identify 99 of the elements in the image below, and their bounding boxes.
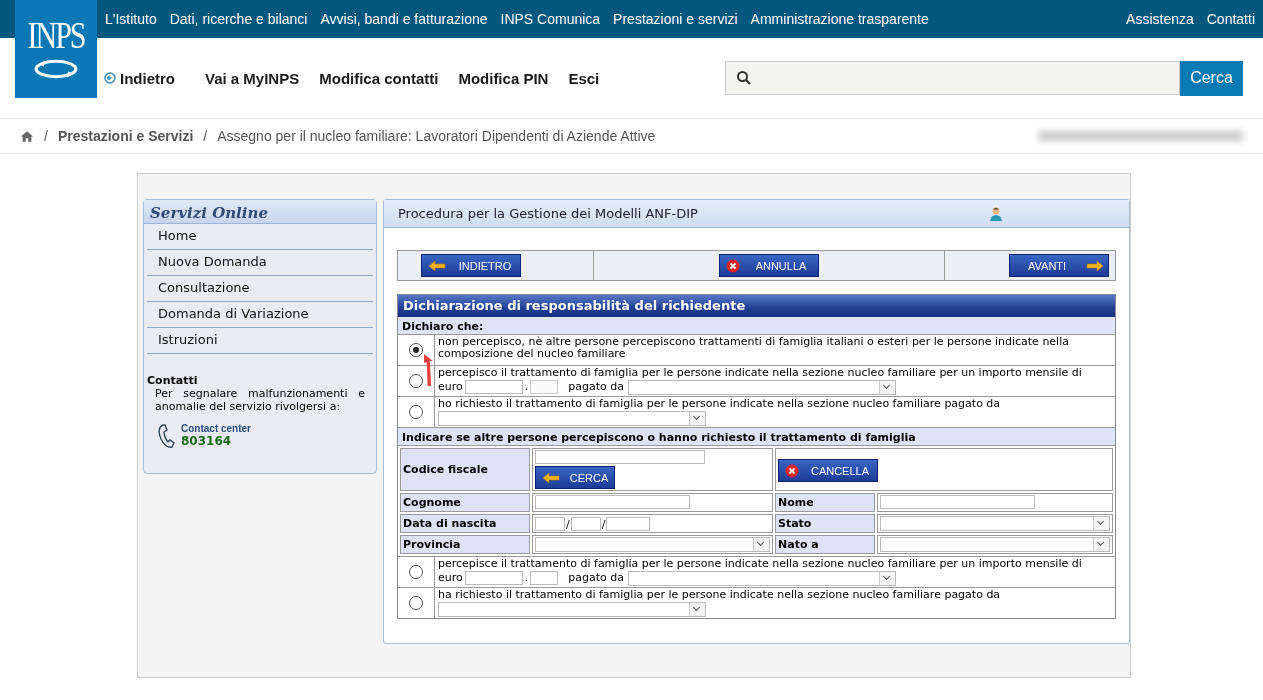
- cents-field[interactable]: [530, 571, 559, 585]
- field-label: Cognome: [400, 493, 530, 512]
- province-select[interactable]: [535, 537, 770, 552]
- top-nav-link[interactable]: Prestazioni e servizi: [613, 11, 738, 27]
- contact-number: 803164: [181, 434, 233, 448]
- contact-center-label: Contact center: [181, 423, 251, 434]
- month-field[interactable]: [570, 516, 601, 531]
- option-text: percepisco il trattamento di famiglia per le persone indicate nella sezione nucleo familiare per un importo mensile di: [438, 367, 1083, 379]
- sidebar-item[interactable]: Istruzioni: [147, 328, 373, 354]
- cancel-icon: [785, 463, 799, 478]
- name-field[interactable]: [880, 495, 1035, 510]
- day-field[interactable]: [535, 516, 565, 531]
- radio-button[interactable]: [409, 343, 423, 357]
- payer-select[interactable]: [627, 379, 896, 395]
- payer-label: pagato da: [568, 381, 624, 393]
- search-field[interactable]: [725, 60, 1180, 95]
- top-nav-link[interactable]: Dati, ricerche e bilanci: [169, 11, 308, 27]
- date-separator: /: [566, 517, 570, 531]
- contacts-text: Per segnalare malfunzionamenti e anomalie del servizio rivolgersi a:: [154, 387, 366, 413]
- birthplace-select[interactable]: [880, 537, 1110, 552]
- top-nav-link[interactable]: Assistenza: [1126, 11, 1194, 27]
- home-icon[interactable]: [20, 129, 34, 143]
- field-label: Nome: [775, 493, 875, 512]
- breadcrumb-current: Assegno per il nucleo familiare: Lavoratori Dipendenti di Aziende Attive: [217, 128, 656, 144]
- payer-label: pagato da: [568, 572, 624, 584]
- caret-icon: [689, 411, 705, 425]
- sidebar-item[interactable]: Nuova Domanda: [147, 250, 373, 276]
- date-separator: /: [601, 517, 606, 531]
- form-button[interactable]: AVANTI: [1009, 254, 1109, 277]
- caret-icon: [878, 571, 895, 585]
- section-subtitle: Indicare se altre persone percepiscono o hanno richiesto il trattamento di famiglia: [398, 428, 1115, 446]
- top-nav-link[interactable]: Avvisi, bandi e fatturazione: [320, 11, 488, 27]
- inps-logo[interactable]: INPS: [15, 0, 97, 98]
- option-text: percepisce il trattamento di famiglia per le persone indicate nella sezione nucleo familiare per un importo mensile di: [438, 558, 1083, 570]
- payer-select[interactable]: [438, 601, 706, 617]
- field-label: Nato a: [775, 535, 875, 554]
- section-subtitle: Dichiaro che:: [398, 317, 1115, 335]
- arrow-left-icon: [542, 471, 560, 484]
- caret-icon: [1093, 517, 1109, 530]
- option-text: ho richiesto il trattamento di famiglia per le persone indicate nella sezione nucleo familiare pagato da: [438, 398, 1002, 410]
- form-button[interactable]: INDIETRO: [421, 254, 521, 277]
- caret-icon: [1093, 538, 1109, 551]
- search-icon: [736, 69, 752, 86]
- breadcrumb-separator: /: [203, 128, 208, 144]
- caret-icon: [878, 380, 895, 394]
- phone-icon: [157, 423, 177, 449]
- clear-button[interactable]: CANCELLA: [778, 459, 878, 482]
- caret-icon: [689, 602, 705, 616]
- top-nav-link[interactable]: Amministrazione trasparente: [750, 11, 929, 27]
- form-button[interactable]: ANNULLA: [719, 254, 819, 277]
- radio-button[interactable]: [409, 374, 423, 388]
- top-nav-link[interactable]: Contatti: [1206, 11, 1255, 27]
- decimal-separator: .: [524, 572, 529, 584]
- field-label: Stato: [775, 514, 875, 533]
- surname-field[interactable]: [535, 495, 690, 510]
- cancel-icon: [726, 258, 740, 273]
- caret-icon: [753, 538, 769, 551]
- user-nav-link[interactable]: Modifica PIN: [458, 69, 549, 87]
- radio-button[interactable]: [409, 596, 423, 610]
- cents-field[interactable]: [530, 380, 559, 394]
- decimal-separator: .: [524, 381, 529, 393]
- radio-button[interactable]: [409, 565, 423, 579]
- breadcrumb-link[interactable]: Prestazioni e Servizi: [57, 128, 194, 144]
- back-link[interactable]: Indietro: [104, 69, 175, 87]
- euro-label: euro: [438, 381, 463, 393]
- user-nav-link[interactable]: Modifica contatti: [319, 69, 439, 87]
- panel-title: Procedura per la Gestione dei Modelli ANF-DIP: [398, 206, 699, 221]
- search-button[interactable]: CERCA: [535, 466, 615, 489]
- arrow-right-icon: [1086, 259, 1104, 272]
- payer-select[interactable]: [438, 410, 706, 426]
- payer-select[interactable]: [627, 570, 896, 586]
- radio-button[interactable]: [409, 405, 423, 419]
- sidebar-item[interactable]: Home: [147, 224, 373, 250]
- section-title: Dichiarazione di responsabilità del richiedente: [398, 295, 1115, 317]
- amount-field[interactable]: [464, 571, 523, 585]
- contacts-title: Contatti: [147, 374, 199, 387]
- top-nav-link[interactable]: L'Istituto: [105, 11, 157, 27]
- amount-field[interactable]: [464, 380, 523, 394]
- option-text: ha richiesto il trattamento di famiglia per le persone indicate nella sezione nucleo familiare pagato da: [438, 589, 1002, 601]
- pointer-arrow: [424, 354, 433, 386]
- sidebar-item[interactable]: Domanda di Variazione: [147, 302, 373, 328]
- year-field[interactable]: [606, 516, 651, 531]
- field-label: Provincia: [400, 535, 530, 554]
- arrow-left-icon: [428, 259, 446, 272]
- sidebar-item[interactable]: Consultazione: [147, 276, 373, 302]
- top-nav-link[interactable]: INPS Comunica: [500, 11, 601, 27]
- user-nav-link[interactable]: Vai a MyINPS: [205, 69, 300, 87]
- search-button[interactable]: Cerca: [1180, 60, 1243, 96]
- user-icon: [988, 205, 1004, 222]
- field-label: Codice fiscale: [400, 448, 530, 491]
- state-select[interactable]: [880, 516, 1110, 531]
- field-label: Data di nascita: [400, 514, 530, 533]
- back-icon: [104, 72, 116, 84]
- user-nav-link[interactable]: Esci: [568, 69, 600, 87]
- option-text: non percepisco, nè altre persone percepiscono trattamenti di famiglia italiani o esteri per le persone indicate nella composizione del nucleo familiare: [438, 336, 1070, 360]
- euro-label: euro: [438, 572, 463, 584]
- breadcrumb-separator: /: [44, 128, 48, 144]
- tax-code-field[interactable]: [535, 450, 705, 464]
- sidebar-title: Servizi Online: [144, 200, 376, 224]
